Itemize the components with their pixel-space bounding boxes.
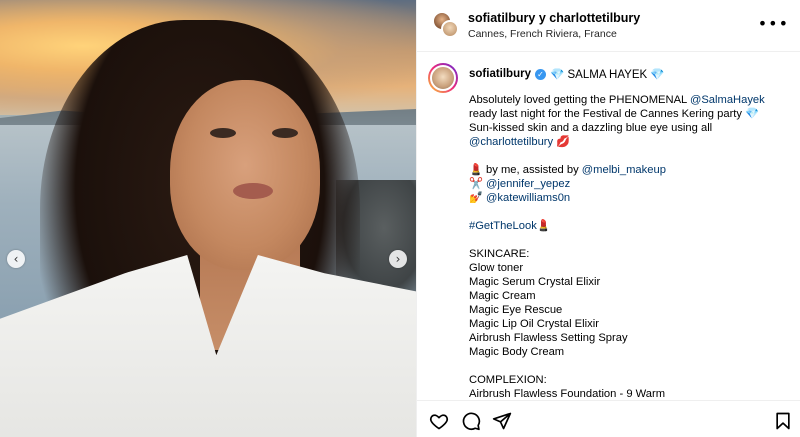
photo-eye-right: [272, 128, 298, 138]
caption-line: 💅 @katewilliams0n: [469, 191, 789, 205]
caption-line: ready last night for the Festival de Can…: [469, 107, 789, 121]
caption-line: #GetTheLook💄: [469, 219, 789, 233]
caption-text-segment: Glow toner: [469, 262, 524, 274]
caption-text-segment: Magic Body Cream: [469, 346, 565, 358]
mention-link[interactable]: @jennifer_yepez: [486, 178, 570, 190]
collab-avatars[interactable]: [433, 12, 459, 38]
caption-line: ✂️ @jennifer_yepez: [469, 177, 789, 191]
mention-link[interactable]: @katewilliams0n: [486, 192, 570, 204]
post-sidebar: sofiatilbury y charlottetilbury Cannes, …: [416, 0, 800, 437]
caption-title: 💎 SALMA HAYEK 💎: [549, 69, 665, 81]
caption-text-segment: COMPLEXION:: [469, 374, 547, 386]
caption-line: 💄 by me, assisted by @melbi_makeup: [469, 163, 789, 177]
more-options-icon: •••: [757, 14, 789, 33]
mention-link[interactable]: @SalmaHayek: [690, 94, 765, 106]
action-bar: [417, 400, 800, 437]
caption-text-segment: Magic Eye Rescue: [469, 304, 563, 316]
caption-line: [469, 233, 789, 247]
caption-text-segment: ready last night for the Festival de Can…: [469, 108, 760, 120]
caption-line: [469, 205, 789, 219]
caption-text-segment: ✂️: [469, 178, 487, 190]
caption-username[interactable]: sofiatilbury: [469, 68, 531, 80]
caption-line: Magic Serum Crystal Elixir: [469, 275, 789, 289]
photo-lips: [233, 183, 273, 199]
mention-link[interactable]: @charlottetilbury: [469, 136, 553, 148]
caption-line: [469, 359, 789, 373]
post-header: sofiatilbury y charlottetilbury Cannes, …: [417, 0, 800, 52]
caption-line: COMPLEXION:: [469, 373, 789, 387]
more-options-button[interactable]: •••: [758, 14, 789, 33]
caption-avatar[interactable]: [428, 63, 458, 93]
caption-line: Magic Cream: [469, 289, 789, 303]
caption-text-segment: Magic Lip Oil Crystal Elixir: [469, 318, 599, 330]
caption-text-segment: Absolutely loved getting the PHENOMENAL: [469, 94, 690, 106]
comment-icon: [462, 412, 481, 431]
hashtag-link[interactable]: #GetTheLook: [469, 220, 537, 232]
caption-line: Magic Lip Oil Crystal Elixir: [469, 317, 789, 331]
caption-text-segment: SKINCARE:: [469, 248, 530, 260]
mention-link[interactable]: @melbi_makeup: [582, 164, 666, 176]
carousel-next-button[interactable]: ›: [389, 250, 407, 268]
like-button[interactable]: [429, 411, 449, 431]
avatar: [441, 20, 459, 38]
verified-badge-icon: ✓: [534, 68, 546, 80]
caption-text-segment: 💅: [469, 192, 487, 204]
caption-line: Magic Body Cream: [469, 345, 789, 359]
caption-area: sofiatilbury ✓ 💎 SALMA HAYEK 💎 Absolutel…: [417, 53, 800, 400]
photo-face: [170, 80, 320, 270]
post-photo: ‹ ›: [0, 0, 416, 437]
bookmark-icon: [776, 412, 790, 430]
caption-line: Magic Eye Rescue: [469, 303, 789, 317]
caption-text-segment: Magic Cream: [469, 290, 536, 302]
chevron-right-icon: ›: [395, 252, 401, 266]
caption-text-segment: 💄: [536, 220, 551, 232]
caption-line: Airbrush Flawless Setting Spray: [469, 331, 789, 345]
heart-icon: [429, 414, 449, 430]
caption-line: Sun-kissed skin and a dazzling blue eye …: [469, 121, 789, 135]
caption-line: Glow toner: [469, 261, 789, 275]
caption-line: @charlottetilbury 💋: [469, 135, 789, 149]
caption-text-segment: 💋: [553, 136, 571, 148]
caption-text-segment: Magic Serum Crystal Elixir: [469, 276, 601, 288]
caption-text-segment: Sun-kissed skin and a dazzling blue eye …: [469, 122, 713, 134]
carousel-prev-button[interactable]: ‹: [7, 250, 25, 268]
caption-line: SKINCARE:: [469, 247, 789, 261]
caption-text-segment: Airbrush Flawless Setting Spray: [469, 332, 628, 344]
share-icon: [492, 412, 512, 430]
caption-line: Airbrush Flawless Foundation - 9 Warm: [469, 387, 789, 400]
post-location[interactable]: Cannes, French Riviera, France: [468, 28, 617, 40]
chevron-left-icon: ‹: [13, 252, 19, 266]
caption-text-segment: Airbrush Flawless Foundation - 9 Warm: [469, 388, 666, 400]
caption-header: sofiatilbury ✓ 💎 SALMA HAYEK 💎: [469, 67, 665, 81]
photo-eye-left: [210, 128, 236, 138]
caption-text-segment: 💄 by me, assisted by: [469, 164, 582, 176]
comment-button[interactable]: [461, 411, 481, 431]
save-button[interactable]: [773, 411, 793, 431]
caption-line: Absolutely loved getting the PHENOMENAL …: [469, 93, 789, 107]
share-button[interactable]: [492, 411, 512, 431]
caption-text: Absolutely loved getting the PHENOMENAL …: [469, 93, 789, 400]
post-usernames[interactable]: sofiatilbury y charlottetilbury: [468, 11, 640, 25]
caption-line: [469, 149, 789, 163]
